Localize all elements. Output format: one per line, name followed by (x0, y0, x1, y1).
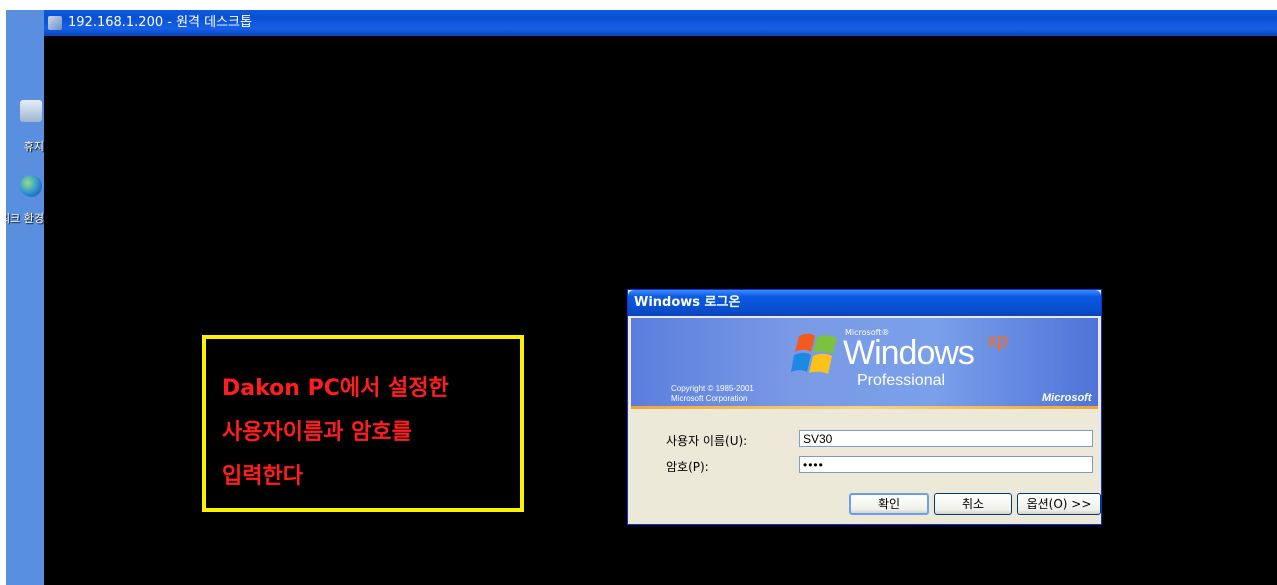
globe-icon (20, 175, 42, 197)
options-button[interactable]: 옵션(O) >> (1017, 493, 1101, 515)
network-places-label: 내 네트워크 환경 (6, 212, 44, 225)
remote-desktop-icon (48, 16, 62, 30)
xp-wordmark: xp (987, 330, 1009, 352)
callout-line-1: Dakon PC에서 설정한 (222, 376, 449, 401)
windows-flag-icon (791, 333, 837, 374)
recycle-bin-icon (20, 100, 42, 122)
banner-divider (631, 406, 1098, 409)
copyright-line-1: Copyright © 1985-2001 (671, 384, 754, 393)
remote-desktop-titlebar[interactable]: 192.168.1.200 - 원격 데스크톱 (44, 10, 1277, 36)
username-label: 사용자 이름(U): (666, 434, 748, 448)
copyright-line-2: Microsoft Corporation (671, 394, 748, 403)
password-label: 암호(P): (666, 460, 709, 474)
password-field[interactable] (799, 456, 1093, 473)
copyright-text: Copyright © 1985-2001 Microsoft Corporat… (671, 384, 754, 404)
logon-dialog-title: Windows 로그온 (634, 295, 741, 310)
windows-xp-banner: Microsoft® Windows xp Professional Copyr… (631, 318, 1098, 408)
microsoft-logo: Microsoft (1042, 392, 1092, 404)
windows-wordmark: Windows (843, 334, 975, 372)
edition-text: Professional (857, 372, 946, 389)
callout-line-2: 사용자이름과 암호를 (222, 420, 412, 445)
logon-dialog-titlebar[interactable]: Windows 로그온 (628, 290, 1101, 316)
callout-line-3: 입력한다 (222, 464, 303, 489)
window-title: 192.168.1.200 - 원격 데스크톱 (68, 15, 252, 30)
ok-button[interactable]: 확인 (849, 493, 929, 515)
windows-logon-dialog: Windows 로그온 Microsoft® Windows xp Profes… (627, 289, 1102, 525)
cancel-button[interactable]: 취소 (934, 493, 1012, 515)
username-field[interactable] (799, 430, 1093, 447)
annotation-callout: Dakon PC에서 설정한 사용자이름과 암호를 입력한다 (202, 335, 524, 512)
local-desktop-strip: 휴지 내 네트워크 환경 (6, 10, 44, 585)
recycle-bin-label: 휴지 (23, 140, 44, 153)
